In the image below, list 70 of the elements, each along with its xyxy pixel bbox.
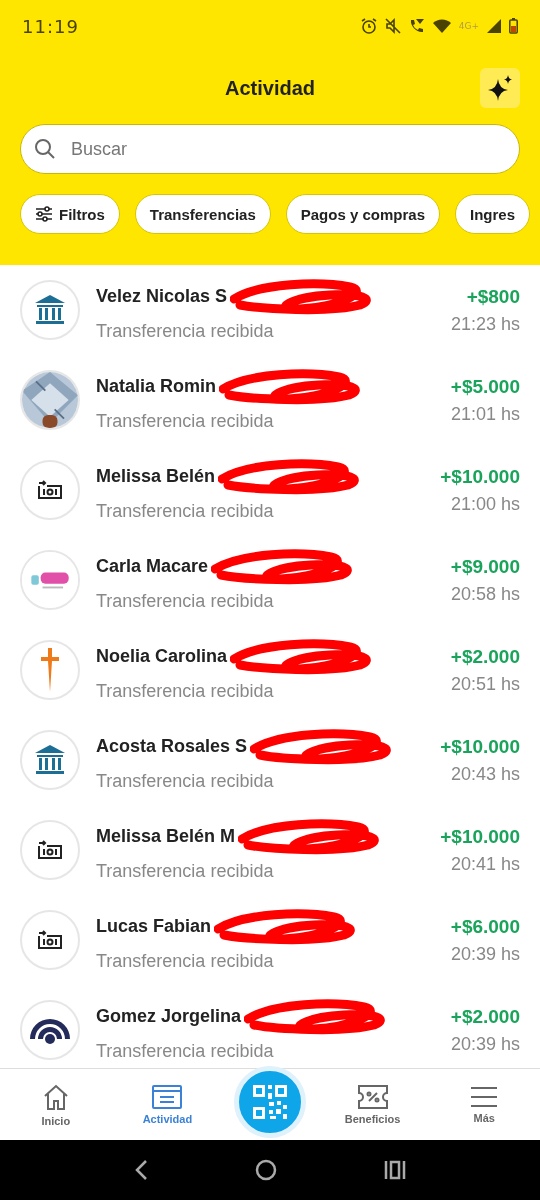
amount: +$10.000 [440,465,520,488]
transaction-time: 20:58 hs [450,583,520,605]
transaction-time: 20:51 hs [450,673,520,695]
bank-icon [33,743,67,777]
transaction-description: Transferencia recibida [96,410,275,432]
wifi-call-icon [408,18,425,34]
search-field[interactable]: Buscar [20,124,520,174]
transaction-description: Transferencia recibida [96,770,275,792]
ai-assistant-button[interactable] [480,68,520,108]
clock-time: 11:19 [22,15,79,37]
alarm-icon [360,18,377,34]
contact-name: Acosta Rosales S [96,736,248,757]
network-type: 4G+ [458,21,479,31]
transfer-icon [37,838,63,862]
battery-icon [509,18,518,34]
ticket-icon [357,1084,388,1109]
nav-tab[interactable]: Inicio [10,1082,101,1127]
transaction-description: Transferencia recibida [96,950,275,972]
contact-name: Velez Nicolas S [96,286,228,307]
amount: +$2.000 [450,1005,520,1028]
transaction-description: Transferencia recibida [96,1040,275,1062]
amount: +$5.000 [450,375,520,398]
transaction-time: 20:39 hs [450,943,520,965]
nav-tab[interactable]: Beneficios [327,1084,418,1125]
transaction-time: 21:00 hs [450,493,520,515]
nav-tab[interactable]: Actividad [122,1084,213,1125]
amount: +$6.000 [450,915,520,938]
filters-button[interactable]: Filtros [20,194,120,234]
transaction-description: Transferencia recibida [96,680,275,702]
contact-name: Noelia Carolina [96,646,228,667]
transaction-description: Transferencia recibida [96,500,275,522]
mute-icon [384,18,401,34]
sliders-icon [35,206,53,222]
qr-code-icon [253,1084,287,1119]
sparkle-icon [487,75,513,101]
amount: +$2.000 [450,645,520,668]
filter-chip[interactable]: Transferencias [134,194,271,234]
transaction-time: 21:23 hs [450,313,520,335]
amount: +$9.000 [450,555,520,578]
nav-tab[interactable]: Más [439,1085,530,1124]
amount: +$800 [466,285,520,308]
recent-apps-icon[interactable] [384,1159,407,1181]
contact-name: Melissa Belén [96,466,216,487]
contact-name: Melissa Belén M [96,826,236,847]
contact-name: Lucas Fabian [96,916,212,937]
amount: +$10.000 [440,735,520,758]
transaction-description: Transferencia recibida [96,860,275,882]
bank-icon [33,293,67,327]
contact-name: Carla Macare [96,556,209,577]
transaction-description: Transferencia recibida [96,320,275,342]
transaction-time: 20:39 hs [450,1033,520,1055]
wifi-icon [432,19,451,33]
receipt-icon [152,1084,183,1109]
amount: +$10.000 [440,825,520,848]
filter-chip[interactable]: Ingres [454,194,530,234]
page-title: Actividad [225,76,315,100]
transaction-time: 20:41 hs [450,853,520,875]
transaction-time: 20:43 hs [450,763,520,785]
transaction-time: 21:01 hs [450,403,520,425]
home-button-icon[interactable] [255,1159,277,1181]
menu-icon [470,1085,499,1108]
transfer-icon [37,478,63,502]
transfer-icon [37,928,63,952]
filter-chip[interactable]: Pagos y compras [285,194,440,234]
signal-icon [487,19,501,33]
transaction-description: Transferencia recibida [96,590,275,612]
contact-name: Gomez Jorgelina [96,1006,242,1027]
search-icon [34,138,56,160]
back-icon[interactable] [133,1159,148,1181]
contact-name: Natalia Romin [96,376,217,397]
